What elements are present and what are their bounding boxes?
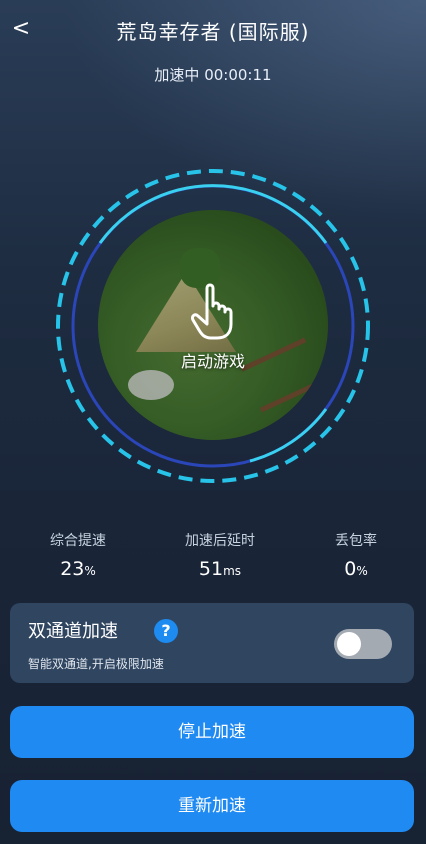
stat-speedup-number: 23: [60, 558, 85, 580]
stat-latency: 加速后延时 51ms: [150, 530, 290, 580]
stat-packet-loss-number: 0: [344, 558, 357, 580]
stat-speedup-label: 综合提速: [50, 533, 106, 549]
dual-channel-card: 双通道加速 ? 智能双通道,开启极限加速: [10, 603, 414, 683]
restart-acceleration-button[interactable]: 重新加速: [10, 780, 414, 832]
stat-speedup-value: 23%: [8, 558, 148, 580]
stat-packet-loss: 丢包率 0%: [286, 530, 426, 580]
stat-latency-label: 加速后延时: [185, 533, 255, 549]
stat-packet-loss-value: 0%: [286, 558, 426, 580]
dual-channel-title: 双通道加速: [28, 621, 118, 642]
hand-pointer-icon: [191, 283, 233, 340]
stat-latency-number: 51: [198, 558, 224, 580]
stat-speedup-unit: %: [84, 564, 96, 578]
stat-speedup: 综合提速 23%: [8, 530, 148, 580]
stat-packet-loss-label: 丢包率: [335, 533, 377, 549]
toggle-knob: [337, 632, 361, 656]
stat-packet-loss-unit: %: [356, 564, 368, 578]
stats-row: 综合提速 23% 加速后延时 51ms 丢包率 0%: [0, 530, 426, 590]
stat-latency-unit: ms: [223, 564, 242, 578]
stop-acceleration-button[interactable]: 停止加速: [10, 706, 414, 758]
help-icon[interactable]: ?: [154, 619, 178, 643]
start-game-label[interactable]: 启动游戏: [98, 348, 328, 372]
dual-channel-toggle[interactable]: [334, 629, 392, 659]
stat-latency-value: 51ms: [150, 558, 290, 580]
dual-channel-subtitle: 智能双通道,开启极限加速: [28, 657, 164, 671]
